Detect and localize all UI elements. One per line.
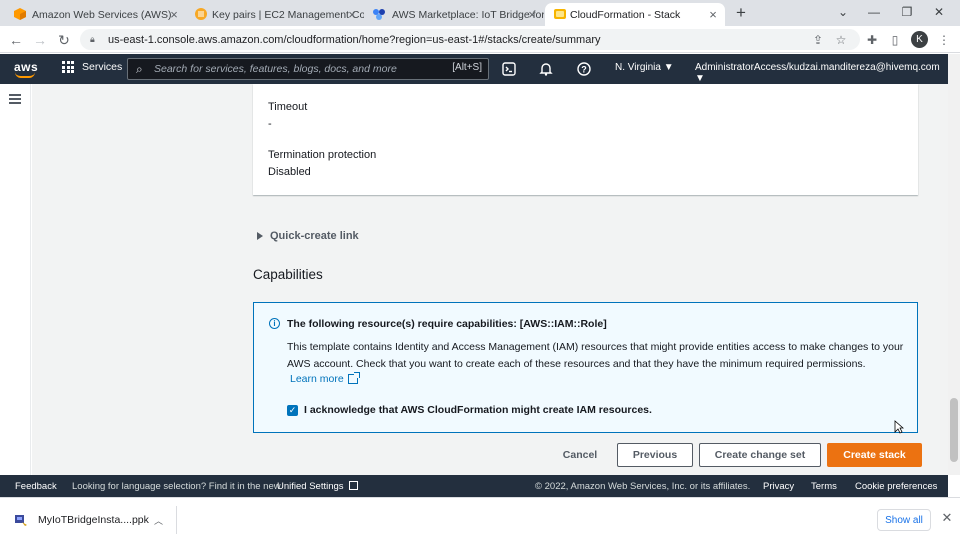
previous-button[interactable]: Previous <box>617 443 693 467</box>
minimize-button[interactable]: — <box>859 2 889 22</box>
scrollbar-thumb[interactable] <box>950 398 958 462</box>
url-text: us-east-1.console.aws.amazon.com/cloudfo… <box>108 33 601 46</box>
unified-settings-link[interactable]: Unified Settings <box>277 481 359 492</box>
browser-tab[interactable]: AWS Marketplace: IoT Bridge for × <box>364 3 544 26</box>
info-icon: i <box>269 318 280 329</box>
left-navigation-rail <box>0 84 31 475</box>
page-scrollbar[interactable] <box>948 54 960 475</box>
hamburger-menu-icon[interactable] <box>9 94 21 104</box>
extensions-puzzle-icon[interactable]: ✚ <box>862 30 882 50</box>
cloudshell-icon[interactable] <box>501 61 517 77</box>
capabilities-info-alert: i The following resource(s) require capa… <box>253 302 918 433</box>
capabilities-info-title: The following resource(s) require capabi… <box>287 318 607 330</box>
close-downloads-icon[interactable]: ✕ <box>940 510 954 525</box>
main-content: Timeout - Termination protection Disable… <box>32 84 948 475</box>
quick-create-link-label: Quick-create link <box>270 230 359 242</box>
cloudformation-icon <box>554 9 566 19</box>
browser-tab[interactable]: Key pairs | EC2 Management Con × <box>186 3 364 26</box>
account-menu[interactable]: AdministratorAccess/kudzai.manditereza@h… <box>695 62 948 84</box>
stack-options-panel: Timeout - Termination protection Disable… <box>253 84 918 195</box>
caret-right-icon <box>257 232 263 240</box>
external-link-icon <box>347 372 360 384</box>
aws-cube-icon <box>14 8 26 20</box>
close-window-button[interactable]: ✕ <box>924 2 954 22</box>
profile-avatar[interactable]: K <box>911 31 928 48</box>
close-tab-icon[interactable]: × <box>705 5 721 23</box>
help-icon[interactable]: ? <box>576 61 592 77</box>
svg-text:?: ? <box>581 65 587 75</box>
cookie-preferences-link[interactable]: Cookie preferences <box>855 481 937 492</box>
chevron-up-icon[interactable]: ︿ <box>154 514 163 527</box>
browser-tab-active[interactable]: CloudFormation - Stack × <box>545 3 725 26</box>
bookmark-star-icon[interactable]: ☆ <box>831 30 851 50</box>
learn-more-link[interactable]: Learn more <box>290 372 360 385</box>
back-arrow-icon[interactable]: ← <box>6 30 26 50</box>
download-item[interactable]: MyIoTBridgeInsta....ppk ︿ <box>10 506 177 534</box>
acknowledge-iam-label[interactable]: I acknowledge that AWS CloudFormation mi… <box>304 404 652 416</box>
new-tab-button[interactable]: + <box>731 3 751 23</box>
browser-tab-title: Amazon Web Services (AWS) <box>32 8 172 21</box>
browser-tab-title: AWS Marketplace: IoT Bridge for <box>392 8 544 21</box>
reload-icon[interactable]: ↻ <box>54 30 74 50</box>
restore-button[interactable]: ❐ <box>892 2 922 22</box>
services-grid-icon <box>62 61 74 73</box>
search-placeholder: Search for services, features, blogs, do… <box>154 63 397 75</box>
putty-key-file-icon <box>15 515 27 526</box>
lock-icon: 🔒︎ <box>90 34 95 44</box>
capabilities-heading: Capabilities <box>253 267 323 282</box>
external-link-icon <box>349 481 359 490</box>
region-selector[interactable]: N. Virginia ▼ <box>615 62 674 73</box>
services-label: Services <box>82 61 123 73</box>
quick-create-link-expander[interactable]: Quick-create link <box>257 230 359 242</box>
termination-protection-value: Disabled <box>268 166 311 178</box>
forward-arrow-icon[interactable]: → <box>30 30 50 50</box>
termination-protection-label: Termination protection <box>268 149 377 161</box>
side-panel-icon[interactable]: ▯ <box>885 30 905 50</box>
browser-tab-title: Key pairs | EC2 Management Con <box>212 8 364 21</box>
downloads-bar: MyIoTBridgeInsta....ppk ︿ Show all ✕ <box>0 497 960 540</box>
search-shortcut-hint: [Alt+S] <box>452 62 482 73</box>
aws-footer: Feedback Looking for language selection?… <box>0 475 948 497</box>
browser-menu-icon[interactable]: ⋮ <box>934 30 954 50</box>
ec2-icon <box>195 8 207 20</box>
aws-top-nav: aws Services ⌕ Search for services, feat… <box>0 54 948 84</box>
close-tab-icon[interactable]: × <box>524 5 540 23</box>
privacy-link[interactable]: Privacy <box>763 481 794 492</box>
url-field[interactable]: 🔒︎ us-east-1.console.aws.amazon.com/clou… <box>80 29 860 50</box>
acknowledge-iam-checkbox[interactable]: ✓ <box>287 405 298 416</box>
download-file-name: MyIoTBridgeInsta....ppk <box>38 514 149 526</box>
language-prompt-text: Looking for language selection? Find it … <box>72 481 281 492</box>
create-stack-button[interactable]: Create stack <box>827 443 922 467</box>
learn-more-text: Learn more <box>290 373 344 385</box>
address-bar-row: ← → ↻ 🔒︎ us-east-1.console.aws.amazon.co… <box>0 26 960 53</box>
feedback-link[interactable]: Feedback <box>15 481 57 492</box>
timeout-label: Timeout <box>268 101 308 113</box>
services-menu-button[interactable]: Services <box>62 61 122 73</box>
copyright-text: © 2022, Amazon Web Services, Inc. or its… <box>535 481 751 492</box>
aws-smile-icon <box>15 72 35 78</box>
browser-tab-bar: Amazon Web Services (AWS) × Key pairs | … <box>0 0 960 26</box>
mouse-cursor-icon <box>894 420 904 434</box>
tab-search-icon[interactable]: ⌄ <box>828 2 858 22</box>
timeout-value: - <box>268 118 272 130</box>
close-tab-icon[interactable]: × <box>344 5 360 23</box>
close-tab-icon[interactable]: × <box>166 5 182 23</box>
browser-tab-title: CloudFormation - Stack <box>570 8 681 21</box>
browser-tab[interactable]: Amazon Web Services (AWS) × <box>0 3 186 26</box>
search-icon: ⌕ <box>136 61 143 76</box>
show-all-downloads-button[interactable]: Show all <box>877 509 931 531</box>
capabilities-info-body: This template contains Identity and Acce… <box>287 341 904 370</box>
marketplace-icon <box>373 9 385 20</box>
terms-link[interactable]: Terms <box>811 481 837 492</box>
unified-settings-text: Unified Settings <box>277 481 344 492</box>
cancel-button[interactable]: Cancel <box>550 443 610 467</box>
aws-search-input[interactable]: ⌕ Search for services, features, blogs, … <box>127 58 489 80</box>
share-icon[interactable]: ⇪ <box>808 30 828 50</box>
notifications-bell-icon[interactable] <box>538 61 554 77</box>
create-change-set-button[interactable]: Create change set <box>699 443 821 467</box>
aws-logo[interactable]: aws <box>14 60 38 78</box>
